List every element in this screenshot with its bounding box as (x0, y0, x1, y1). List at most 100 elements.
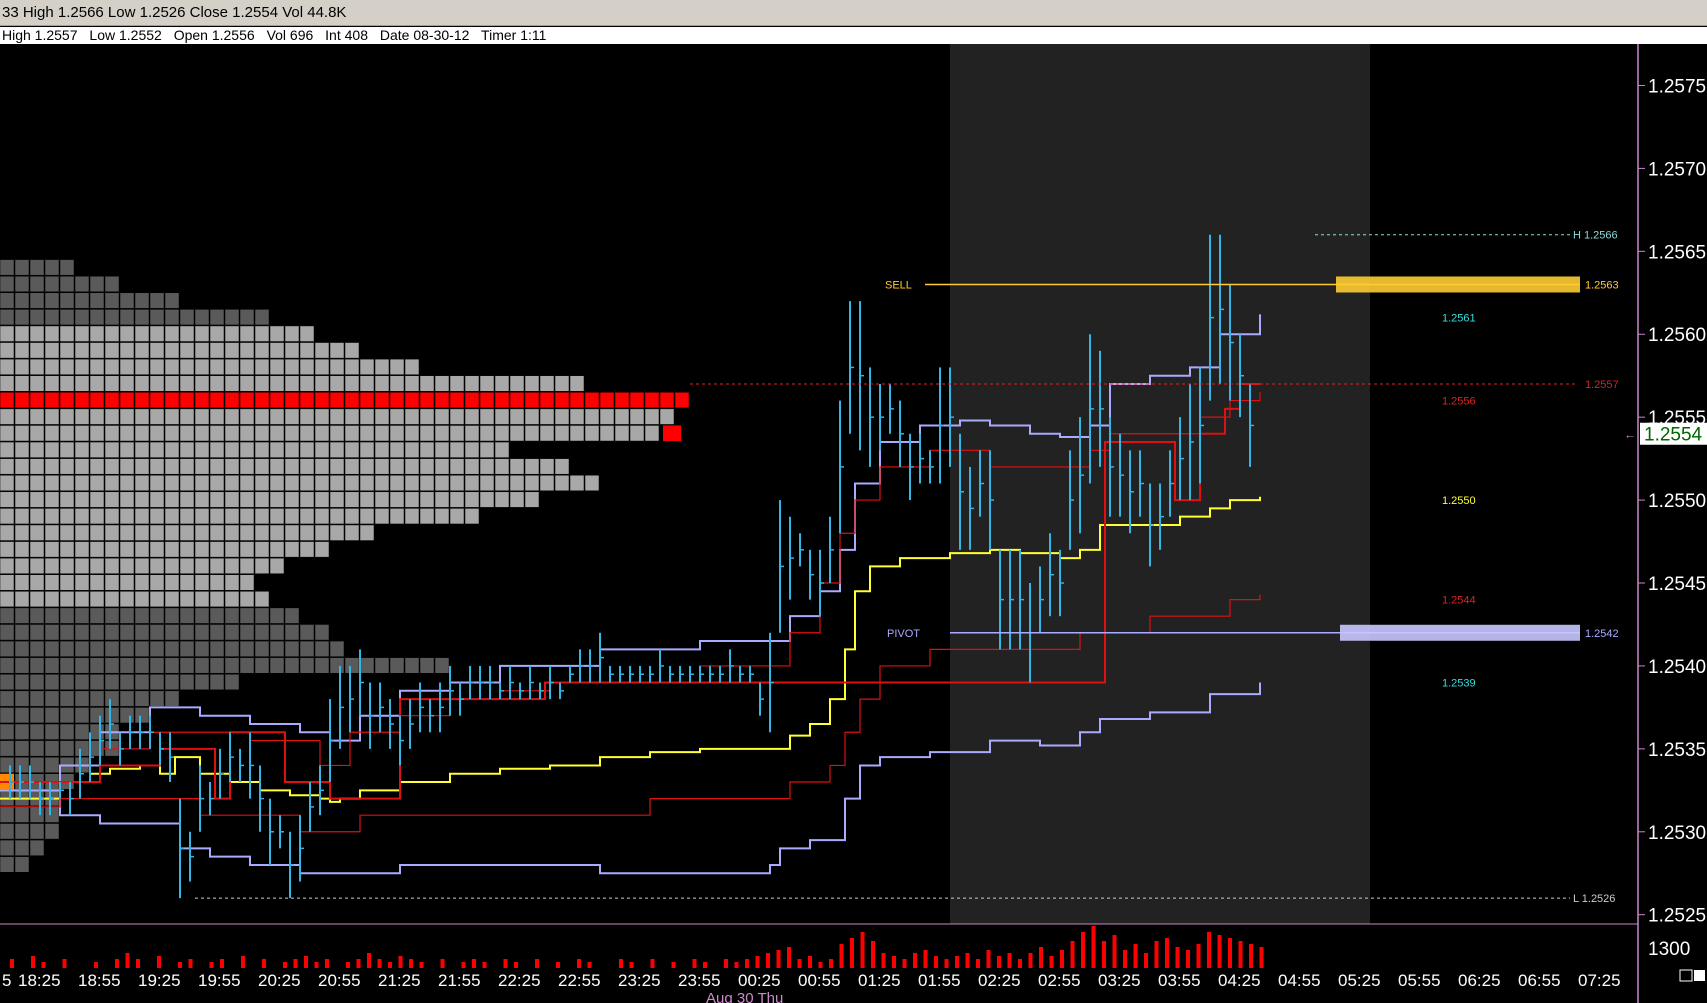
y-tick-label: 1.2550 (1648, 491, 1706, 512)
profile-cell (164, 508, 180, 525)
profile-cell (314, 342, 330, 359)
profile-cell (449, 458, 465, 475)
profile-cell (74, 607, 90, 624)
profile-cell (194, 607, 210, 624)
profile-cell (104, 657, 120, 674)
profile-cell (224, 425, 240, 442)
profile-cell (314, 375, 330, 392)
profile-cell (179, 624, 195, 641)
profile-cell (0, 541, 15, 558)
profile-cell (44, 690, 60, 707)
profile-cell (329, 508, 345, 525)
profile-cell (179, 375, 195, 392)
profile-cell (59, 441, 75, 458)
profile-cell (74, 474, 90, 492)
profile-cell (44, 474, 60, 492)
profile-cell (14, 690, 30, 707)
profile-cell (644, 392, 660, 409)
profile-cell (284, 607, 300, 624)
volume-bar (986, 950, 991, 968)
profile-cell (89, 557, 105, 574)
profile-cell (569, 425, 585, 442)
profile-cell (359, 392, 375, 409)
profile-cell (59, 574, 75, 591)
profile-cell (554, 392, 570, 409)
profile-cell (74, 657, 90, 674)
profile-cell (89, 524, 105, 541)
profile-cell (494, 425, 510, 442)
profile-cell (14, 375, 30, 392)
profile-cell (524, 375, 540, 392)
volume-bar (724, 959, 728, 968)
profile-cell (104, 491, 120, 508)
profile-cell (149, 392, 165, 409)
sell-value-label: 1.2563 (1585, 279, 1619, 291)
volume-bar (1207, 932, 1211, 968)
profile-cell (209, 591, 225, 608)
profile-cell (269, 474, 285, 492)
profile-cell (269, 557, 285, 574)
profile-cell (44, 342, 60, 359)
profile-cell (479, 392, 495, 409)
profile-cell (44, 275, 60, 293)
profile-cell (149, 425, 165, 442)
profile-cell (104, 508, 120, 525)
pivot-name-label: PIVOT (887, 628, 920, 640)
profile-cell (119, 358, 135, 375)
x-tick-label: 21:25 (378, 971, 421, 990)
profile-cell (149, 408, 165, 425)
profile-cell (419, 474, 435, 492)
profile-cell (0, 856, 15, 873)
profile-cell (14, 574, 30, 591)
profile-cell (14, 275, 30, 293)
profile-cell (134, 707, 150, 724)
profile-cell (29, 441, 45, 458)
profile-cell (59, 292, 75, 309)
profile-cell (119, 524, 135, 541)
profile-cell (59, 607, 75, 624)
profile-cell (209, 441, 225, 458)
profile-cell (44, 392, 60, 409)
y-axis: 1.25751.25701.25651.25601.25551.25501.25… (1624, 44, 1707, 1003)
profile-cell (314, 541, 330, 558)
profile-cell (404, 375, 420, 392)
x-tick-label: 03:55 (1158, 971, 1201, 990)
profile-cell (0, 491, 15, 508)
profile-cell (194, 375, 210, 392)
profile-cell (209, 425, 225, 442)
profile-cell (314, 392, 330, 409)
volume-bar (283, 962, 287, 968)
volume-bar (692, 959, 697, 968)
profile-cell (29, 839, 45, 856)
profile-cell (344, 441, 360, 458)
profile-cell (359, 441, 375, 458)
profile-cell (224, 474, 240, 492)
summary-text: 33 High 1.2566 Low 1.2526 Close 1.2554 V… (2, 4, 347, 21)
profile-cell (14, 358, 30, 375)
profile-cell (179, 392, 195, 409)
volume-bar (934, 956, 938, 968)
profile-cell (224, 640, 240, 657)
profile-cell (614, 392, 630, 409)
profile-cell (14, 309, 30, 326)
profile-cell (14, 508, 30, 525)
profile-cell (434, 392, 450, 409)
profile-cell (419, 392, 435, 409)
profile-cell (164, 690, 180, 707)
profile-cell (0, 640, 15, 657)
profile-cell (134, 474, 150, 492)
band-value-label: 1.2556 (1442, 396, 1476, 408)
price-chart[interactable]: H 1.2566 L 1.2526 1.2557 SELL 1.2563 PIVOT 1.2… (0, 44, 1707, 1003)
volume-bar (262, 959, 266, 968)
profile-cell (134, 574, 150, 591)
profile-cell (0, 673, 15, 691)
profile-cell (194, 342, 210, 359)
y-tick-label: 1.2560 (1648, 325, 1706, 346)
profile-cell (74, 425, 90, 442)
volume-bar (1165, 938, 1169, 968)
profile-cell (59, 557, 75, 574)
profile-cell (299, 624, 315, 641)
profile-cell (509, 491, 525, 508)
y-tick-label: 1.2535 (1648, 740, 1706, 761)
profile-cell (434, 375, 450, 392)
